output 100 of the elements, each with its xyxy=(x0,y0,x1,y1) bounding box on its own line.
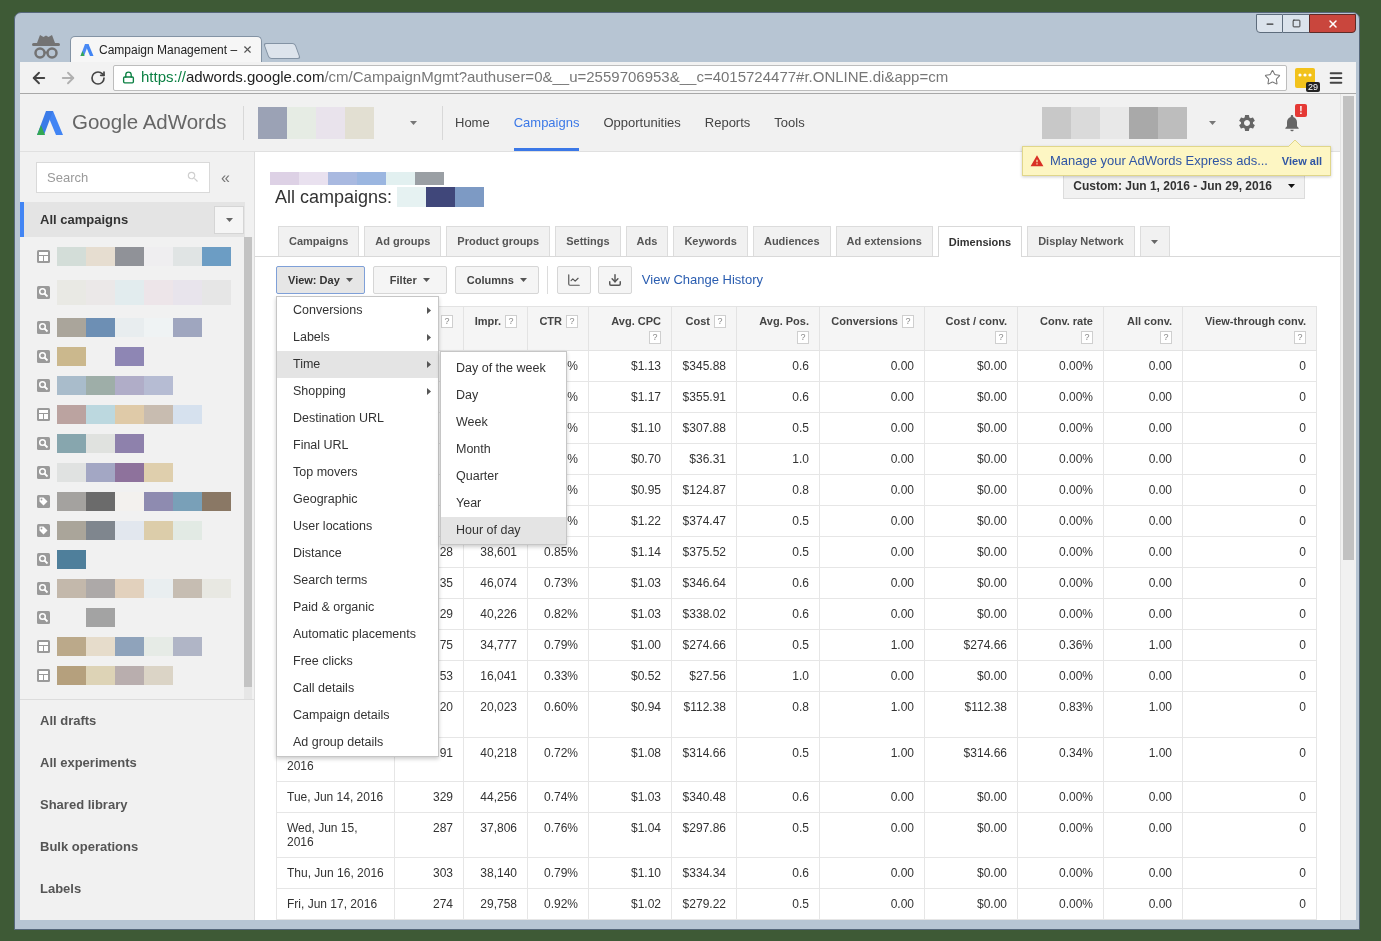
menu-item[interactable]: Time xyxy=(277,351,438,378)
address-bar[interactable]: https://adwords.google.com/cm/CampaignMgmt?authuser=0&__u=2559706953&__c=4015724477#r.ONLINE.di&app=cm xyxy=(113,64,1287,91)
close-button[interactable] xyxy=(1309,14,1356,33)
tab[interactable]: Settings xyxy=(555,226,621,256)
sidebar-link[interactable]: Shared library xyxy=(20,784,254,826)
help-button[interactable]: ? xyxy=(505,315,517,328)
sidebar-link[interactable]: All experiments xyxy=(20,742,254,784)
change-history-link[interactable]: View Change History xyxy=(641,270,763,290)
extension-icon[interactable] xyxy=(1294,66,1316,89)
notification-message[interactable]: Manage your AdWords Express ads... xyxy=(1050,151,1268,171)
download-button[interactable] xyxy=(597,266,632,294)
caret-icon xyxy=(1151,239,1159,244)
table-cell: 0.00 xyxy=(819,443,925,475)
menu-item[interactable]: Hour of day xyxy=(441,517,566,544)
sidebar-nav-item[interactable]: All campaigns xyxy=(20,202,245,237)
star-icon[interactable] xyxy=(1264,69,1281,86)
menu-item[interactable]: Campaign details xyxy=(277,702,438,729)
help-button[interactable]: ? xyxy=(649,331,661,344)
menu-item[interactable]: Conversions xyxy=(277,297,438,324)
browser-tab[interactable]: Campaign Management – xyxy=(70,36,262,62)
column-label[interactable]: Cost / conv. xyxy=(945,315,1007,328)
table-cell: 38,140 xyxy=(463,857,528,889)
help-button[interactable]: ? xyxy=(902,315,914,328)
menu-item[interactable]: Quarter xyxy=(441,463,566,490)
column-label[interactable]: Impr. xyxy=(474,315,501,328)
column-label[interactable]: Conversions xyxy=(831,315,898,328)
help-button[interactable]: ? xyxy=(566,315,578,328)
tab[interactable]: Ad groups xyxy=(364,226,442,256)
close-icon[interactable] xyxy=(242,44,254,55)
menu-item[interactable]: Top movers xyxy=(277,459,438,486)
table-cell: 0.5 xyxy=(736,536,820,568)
menu-item[interactable]: Paid & organic xyxy=(277,594,438,621)
maximize-button[interactable] xyxy=(1283,14,1309,33)
tab[interactable]: Display Network xyxy=(1027,226,1135,256)
menu-item[interactable]: Call details xyxy=(277,675,438,702)
column-label[interactable]: Cost xyxy=(685,315,710,328)
menu-icon[interactable] xyxy=(1328,69,1344,86)
column-label[interactable]: Avg. CPC xyxy=(611,315,661,328)
tab[interactable]: Dimensions xyxy=(937,226,1023,257)
scrollbar-thumb[interactable] xyxy=(1343,96,1354,560)
help-button[interactable]: ? xyxy=(1160,331,1172,344)
nav-tab[interactable]: Tools xyxy=(774,94,805,151)
column-label[interactable]: Avg. Pos. xyxy=(759,315,809,328)
new-tab-button[interactable] xyxy=(263,43,301,59)
sidebar-link[interactable]: Bulk operations xyxy=(20,826,254,868)
table-cell: 0.60% xyxy=(527,691,589,738)
help-button[interactable]: ? xyxy=(1081,331,1093,344)
help-button[interactable]: ? xyxy=(995,331,1007,344)
table-cell: 274 xyxy=(394,888,464,920)
menu-item[interactable]: Free clicks xyxy=(277,648,438,675)
menu-item[interactable]: Day of the week xyxy=(441,355,566,382)
menu-item[interactable]: Search terms xyxy=(277,567,438,594)
nav-tab[interactable]: Reports xyxy=(704,94,751,151)
collapse-button[interactable]: « xyxy=(221,169,230,186)
help-button[interactable]: ? xyxy=(714,315,726,328)
menu-item[interactable]: Month xyxy=(441,436,566,463)
nav-tab[interactable]: Opportunities xyxy=(603,94,681,151)
menu-item[interactable]: Labels xyxy=(277,324,438,351)
menu-item[interactable]: Day xyxy=(441,382,566,409)
close-icon xyxy=(1326,17,1339,30)
chart-button[interactable] xyxy=(556,266,591,294)
menu-item[interactable]: Destination URL xyxy=(277,405,438,432)
tab[interactable]: Ads xyxy=(625,226,669,256)
menu-item[interactable]: Distance xyxy=(277,540,438,567)
tab[interactable]: Ad extensions xyxy=(835,226,933,256)
table-cell: $27.56 xyxy=(671,660,737,692)
column-label[interactable]: CTR xyxy=(539,315,562,328)
table-cell: $0.00 xyxy=(924,781,1018,813)
search-field[interactable]: Search xyxy=(36,162,210,193)
help-button[interactable]: ? xyxy=(797,331,809,344)
tab[interactable]: Keywords xyxy=(673,226,748,256)
column-label[interactable]: View-through conv. xyxy=(1204,315,1306,328)
toolbar-dropdown-button[interactable]: Filter xyxy=(372,266,447,294)
minimize-button[interactable] xyxy=(1256,14,1283,33)
table-cell: $307.88 xyxy=(671,412,737,444)
menu-item[interactable]: Week xyxy=(441,409,566,436)
sidebar-link[interactable]: Labels xyxy=(20,868,254,910)
menu-item[interactable]: Final URL xyxy=(277,432,438,459)
help-button[interactable]: ? xyxy=(441,315,453,328)
menu-item[interactable]: Ad group details xyxy=(277,729,438,756)
tab[interactable]: Product groups xyxy=(446,226,551,256)
column-label[interactable]: Conv. rate xyxy=(1040,315,1093,328)
nav-tab[interactable]: Campaigns xyxy=(513,94,580,151)
toolbar-dropdown-button[interactable]: View: Day xyxy=(276,266,365,294)
sidebar-link[interactable]: All drafts xyxy=(20,700,254,742)
tab[interactable]: Campaigns xyxy=(278,226,360,256)
menu-item[interactable]: Geographic xyxy=(277,486,438,513)
tab[interactable]: Audiences xyxy=(752,226,831,256)
table-cell: 0.00% xyxy=(1017,381,1104,413)
settings-icon[interactable] xyxy=(1237,112,1257,133)
toolbar-dropdown-button[interactable]: Columns xyxy=(454,266,539,294)
menu-item[interactable]: Year xyxy=(441,490,566,517)
bell-icon[interactable] xyxy=(1282,112,1302,133)
nav-tab[interactable]: Home xyxy=(455,94,490,151)
view-all-link[interactable]: View all xyxy=(1281,152,1322,170)
menu-item[interactable]: Shopping xyxy=(277,378,438,405)
column-label[interactable]: All conv. xyxy=(1126,315,1172,328)
help-button[interactable]: ? xyxy=(1294,331,1306,344)
menu-item[interactable]: User locations xyxy=(277,513,438,540)
menu-item[interactable]: Automatic placements xyxy=(277,621,438,648)
